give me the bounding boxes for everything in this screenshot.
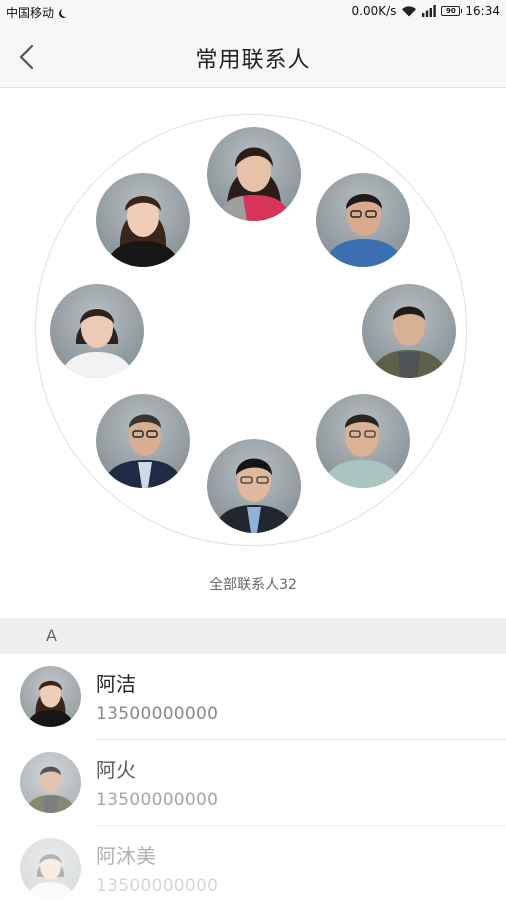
contact-name: 阿火 bbox=[96, 758, 136, 782]
section-letter: A bbox=[46, 626, 57, 645]
avatar-man-glasses-blue-shirt bbox=[324, 194, 404, 267]
navigation-header: 常用联系人 bbox=[0, 26, 506, 88]
avatar-man-suit-glasses bbox=[213, 458, 295, 533]
battery-icon: 90 bbox=[441, 6, 463, 16]
all-contacts-count[interactable]: 全部联系人32 bbox=[0, 574, 506, 594]
contact-name: 阿洁 bbox=[96, 672, 136, 696]
avatar-man-plaid-shirt bbox=[370, 306, 448, 378]
ring-avatar-bottom-right[interactable] bbox=[316, 394, 410, 488]
ring-avatar-top-right[interactable] bbox=[316, 173, 410, 267]
avatar-man-plaid-shirt bbox=[25, 766, 76, 813]
ring-avatar-right[interactable] bbox=[362, 284, 456, 378]
ring-avatar-bottom[interactable] bbox=[207, 439, 301, 533]
status-bar: 中国移动 0.00K/s 90 16:34 bbox=[0, 0, 506, 26]
contact-row[interactable]: 阿火 13500000000 bbox=[0, 740, 506, 826]
contact-avatar bbox=[20, 838, 81, 899]
page-title: 常用联系人 bbox=[195, 48, 311, 73]
contact-avatar bbox=[20, 752, 81, 813]
section-header-a: A bbox=[0, 618, 506, 654]
avatar-woman-long-hair bbox=[217, 147, 291, 221]
avatar-man-dark-suit bbox=[102, 414, 184, 488]
ring-avatar-top-left[interactable] bbox=[96, 173, 190, 267]
contact-row[interactable]: 阿洁 13500000000 bbox=[0, 654, 506, 740]
contact-avatar bbox=[20, 666, 81, 727]
contact-row[interactable]: 阿沐美 13500000000 bbox=[0, 826, 506, 900]
clock: 16:34 bbox=[465, 4, 500, 18]
ring-avatar-top[interactable] bbox=[207, 127, 301, 221]
avatar-woman-white-top bbox=[60, 308, 134, 378]
frequent-contacts-ring-area: 全部联系人32 bbox=[0, 88, 506, 618]
ring-avatar-left[interactable] bbox=[50, 284, 144, 378]
contact-phone: 13500000000 bbox=[96, 876, 219, 896]
carrier-label: 中国移动 bbox=[6, 6, 55, 20]
network-speed: 0.00K/s bbox=[351, 4, 397, 18]
wifi-icon bbox=[401, 5, 417, 17]
contact-phone: 13500000000 bbox=[96, 704, 219, 724]
ring-avatar-bottom-left[interactable] bbox=[96, 394, 190, 488]
contact-phone: 13500000000 bbox=[96, 790, 219, 810]
avatar-woman-black-top bbox=[26, 680, 75, 727]
do-not-disturb-icon bbox=[61, 8, 70, 17]
signal-icon bbox=[422, 5, 437, 17]
avatar-woman-white-top bbox=[26, 853, 75, 899]
battery-level: 90 bbox=[446, 6, 456, 15]
avatar-woman-black-top bbox=[106, 196, 180, 267]
avatar-man-glasses-light-shirt bbox=[322, 414, 402, 488]
contact-name: 阿沐美 bbox=[96, 844, 156, 868]
